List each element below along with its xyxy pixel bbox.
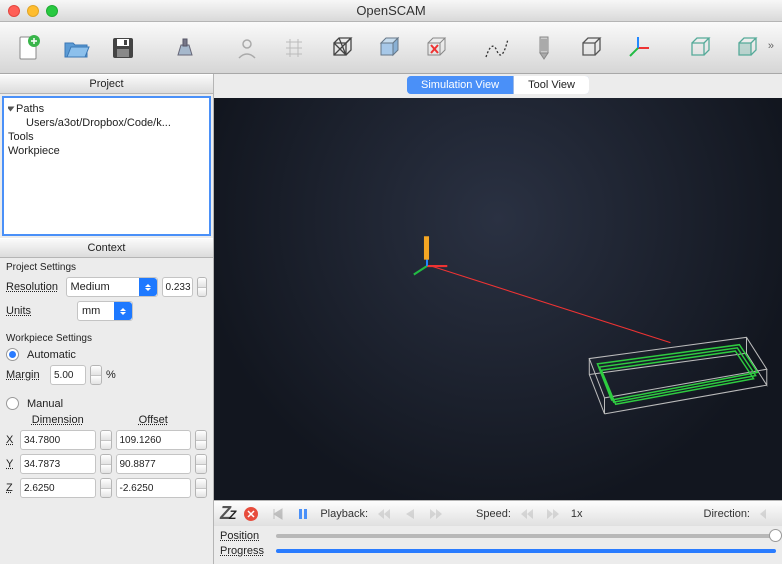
wireframe-cube-icon[interactable]: [320, 27, 362, 69]
cube-x-icon[interactable]: [414, 27, 456, 69]
z-dimension-field[interactable]: 2.6250: [20, 478, 96, 498]
resolution-step-spinner[interactable]: [197, 277, 207, 297]
new-button[interactable]: [8, 27, 50, 69]
workpiece-row-y: Y 34.7873 90.8877: [0, 452, 213, 476]
main-toolbar: [0, 22, 782, 74]
x-dimension-spinner[interactable]: [100, 430, 112, 450]
y-offset-field[interactable]: 90.8877: [116, 454, 192, 474]
y-dimension-field[interactable]: 34.7873: [20, 454, 96, 474]
stop-button[interactable]: [242, 505, 260, 523]
resolution-label: Resolution: [6, 281, 62, 293]
tree-node-tools[interactable]: Tools: [8, 130, 205, 144]
z-offset-spinner[interactable]: [195, 478, 207, 498]
tree-node-path-file[interactable]: Users/a3ot/Dropbox/Code/k...: [8, 116, 205, 130]
direction-button[interactable]: [758, 505, 776, 523]
margin-label: Margin: [6, 369, 46, 381]
project-tree[interactable]: Paths Users/a3ot/Dropbox/Code/k... Tools…: [2, 96, 211, 236]
view-front-icon[interactable]: [726, 27, 768, 69]
tab-tool-view[interactable]: Tool View: [514, 76, 589, 94]
z-offset-field[interactable]: -2.6250: [116, 478, 192, 498]
caret-icon: [114, 302, 132, 320]
automatic-label: Automatic: [27, 349, 76, 361]
progress-bar: [276, 549, 776, 553]
x-offset-field[interactable]: 109.1260: [116, 430, 192, 450]
z-dimension-spinner[interactable]: [100, 478, 112, 498]
window-title: OpenSCAM: [0, 3, 782, 18]
position-slider[interactable]: [276, 534, 776, 538]
margin-field[interactable]: 5.00: [50, 365, 86, 385]
manual-label: Manual: [27, 398, 63, 410]
offset-header: Offset: [118, 414, 190, 426]
pause-button[interactable]: [294, 505, 312, 523]
workpiece-row-x: X 34.7800 109.1260: [0, 428, 213, 452]
axes-icon[interactable]: [617, 27, 659, 69]
y-offset-spinner[interactable]: [195, 454, 207, 474]
direction-label: Direction:: [704, 508, 750, 520]
3d-viewport[interactable]: [214, 98, 782, 500]
speed-value: 1x: [571, 508, 583, 520]
tool-icon[interactable]: [523, 27, 565, 69]
open-button[interactable]: [55, 27, 97, 69]
tree-node-paths[interactable]: Paths: [8, 102, 205, 116]
save-button[interactable]: [102, 27, 144, 69]
machine-button[interactable]: [164, 27, 206, 69]
automatic-radio[interactable]: [6, 348, 19, 361]
units-select[interactable]: mm: [77, 301, 133, 321]
playback-bar: ZZ Playback: Speed: 1x Direction:: [214, 500, 782, 526]
step-fwd-button[interactable]: [428, 505, 446, 523]
speed-up-button[interactable]: [545, 505, 563, 523]
position-label: Position: [220, 530, 270, 542]
rewind-button[interactable]: [268, 505, 286, 523]
margin-unit: %: [106, 369, 116, 381]
units-label: Units: [6, 305, 73, 317]
y-dimension-spinner[interactable]: [100, 454, 112, 474]
workpiece-settings-label: Workpiece Settings: [0, 329, 213, 346]
margin-spinner[interactable]: [90, 365, 102, 385]
step-back-button[interactable]: [376, 505, 394, 523]
context-panel-header: Context: [0, 238, 213, 258]
x-dimension-field[interactable]: 34.7800: [20, 430, 96, 450]
caret-icon: [139, 278, 157, 296]
solid-cube-icon[interactable]: [367, 27, 409, 69]
playback-label: Playback:: [320, 508, 368, 520]
user-icon[interactable]: [226, 27, 268, 69]
workpiece-row-z: Z 2.6250 -2.6250: [0, 476, 213, 500]
dimension-header: Dimension: [22, 414, 94, 426]
view-tabs: Simulation View Tool View: [407, 76, 589, 94]
bounds-icon[interactable]: [570, 27, 612, 69]
project-panel-header: Project: [0, 74, 213, 94]
toolbar-overflow-icon[interactable]: »: [768, 40, 774, 52]
project-settings-label: Project Settings: [0, 258, 213, 275]
speed-label: Speed:: [476, 508, 511, 520]
resolution-step-field[interactable]: 0.233: [162, 277, 193, 297]
resolution-select[interactable]: Medium: [66, 277, 158, 297]
path-icon[interactable]: [476, 27, 518, 69]
sleep-icon: ZZ: [220, 503, 234, 524]
tab-simulation-view[interactable]: Simulation View: [407, 76, 514, 94]
progress-label: Progress: [220, 545, 270, 557]
play-back-button[interactable]: [402, 505, 420, 523]
grid-icon[interactable]: [273, 27, 315, 69]
x-offset-spinner[interactable]: [195, 430, 207, 450]
speed-down-button[interactable]: [519, 505, 537, 523]
tree-node-workpiece[interactable]: Workpiece: [8, 144, 205, 158]
manual-radio[interactable]: [6, 397, 19, 410]
view-iso-icon[interactable]: [679, 27, 721, 69]
